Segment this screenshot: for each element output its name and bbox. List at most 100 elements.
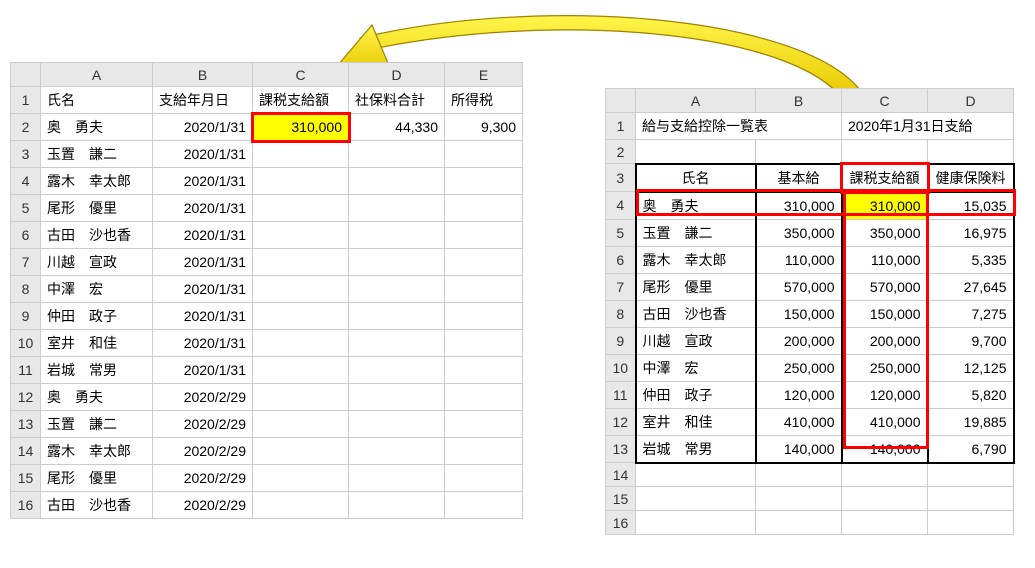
col-header-A[interactable]: A <box>41 63 153 87</box>
row-header[interactable]: 13 <box>11 411 41 438</box>
row-header[interactable]: 6 <box>606 246 636 273</box>
row-header[interactable]: 6 <box>11 222 41 249</box>
cell[interactable] <box>756 511 842 535</box>
cell[interactable] <box>253 492 349 519</box>
cell[interactable]: 2020/1/31 <box>153 249 253 276</box>
cell[interactable] <box>253 465 349 492</box>
cell[interactable]: 2020/1/31 <box>153 303 253 330</box>
row-header[interactable]: 16 <box>606 511 636 535</box>
cell[interactable]: 課税支給額 <box>842 164 928 192</box>
cell[interactable]: 氏名 <box>636 164 756 192</box>
cell[interactable]: 250,000 <box>756 354 842 381</box>
cell[interactable] <box>349 168 445 195</box>
cell[interactable]: 44,330 <box>349 114 445 141</box>
cell[interactable]: 奥 勇夫 <box>41 384 153 411</box>
cell[interactable] <box>349 222 445 249</box>
title-date-cell[interactable]: 2020年1月31日支給 <box>842 113 1014 140</box>
cell[interactable]: 社保料合計 <box>349 87 445 114</box>
cell[interactable]: 中澤 宏 <box>41 276 153 303</box>
row-header[interactable]: 3 <box>606 164 636 192</box>
cell[interactable]: 9,300 <box>445 114 523 141</box>
cell[interactable]: 7,275 <box>928 300 1014 327</box>
cell[interactable] <box>253 357 349 384</box>
cell[interactable]: 350,000 <box>842 219 928 246</box>
row-header[interactable]: 1 <box>11 87 41 114</box>
left-spreadsheet[interactable]: A B C D E 1 氏名 支給年月日 課税支給額 社保料合計 所得税 2奥 … <box>10 62 523 519</box>
row-header[interactable]: 15 <box>11 465 41 492</box>
col-header-B[interactable]: B <box>756 89 842 113</box>
col-header-B[interactable]: B <box>153 63 253 87</box>
cell[interactable]: 200,000 <box>842 327 928 354</box>
cell[interactable]: 12,125 <box>928 354 1014 381</box>
title-cell[interactable]: 給与支給控除一覧表 <box>636 113 842 140</box>
cell[interactable]: 15,035 <box>928 192 1014 220</box>
row-header[interactable]: 4 <box>606 192 636 220</box>
row-header[interactable]: 3 <box>11 141 41 168</box>
row-header[interactable]: 16 <box>11 492 41 519</box>
cell[interactable] <box>349 276 445 303</box>
cell[interactable]: 奥 勇夫 <box>41 114 153 141</box>
cell[interactable] <box>253 222 349 249</box>
cell[interactable]: 玉置 謙二 <box>636 219 756 246</box>
cell[interactable] <box>445 168 523 195</box>
cell[interactable]: 110,000 <box>842 246 928 273</box>
cell[interactable]: 120,000 <box>756 381 842 408</box>
select-all-corner[interactable] <box>606 89 636 113</box>
cell[interactable] <box>253 141 349 168</box>
cell[interactable] <box>928 463 1014 487</box>
cell[interactable] <box>842 463 928 487</box>
col-header-D[interactable]: D <box>928 89 1014 113</box>
cell[interactable]: 140,000 <box>842 435 928 463</box>
cell[interactable]: 200,000 <box>756 327 842 354</box>
cell[interactable]: 150,000 <box>842 300 928 327</box>
cell[interactable]: 2020/2/29 <box>153 465 253 492</box>
cell[interactable] <box>253 438 349 465</box>
cell[interactable]: 9,700 <box>928 327 1014 354</box>
cell[interactable] <box>349 330 445 357</box>
cell[interactable]: 2020/1/31 <box>153 141 253 168</box>
cell[interactable]: 岩城 常男 <box>636 435 756 463</box>
cell[interactable]: 2020/2/29 <box>153 411 253 438</box>
row-header[interactable]: 9 <box>11 303 41 330</box>
cell[interactable]: 露木 幸太郎 <box>41 438 153 465</box>
row-header[interactable]: 2 <box>11 114 41 141</box>
cell[interactable] <box>445 384 523 411</box>
cell[interactable]: 中澤 宏 <box>636 354 756 381</box>
cell[interactable] <box>445 141 523 168</box>
cell[interactable] <box>636 463 756 487</box>
cell[interactable] <box>445 330 523 357</box>
cell[interactable]: 350,000 <box>756 219 842 246</box>
row-header[interactable]: 12 <box>11 384 41 411</box>
row-header[interactable]: 1 <box>606 113 636 140</box>
cell[interactable]: 16,975 <box>928 219 1014 246</box>
cell[interactable]: 岩城 常男 <box>41 357 153 384</box>
cell[interactable] <box>445 438 523 465</box>
cell[interactable]: 川越 宣政 <box>636 327 756 354</box>
cell[interactable]: 5,820 <box>928 381 1014 408</box>
cell[interactable]: 古田 沙也香 <box>41 222 153 249</box>
cell[interactable] <box>253 330 349 357</box>
cell[interactable]: 310,000 <box>253 114 349 141</box>
cell[interactable] <box>349 384 445 411</box>
cell[interactable]: 2020/1/31 <box>153 330 253 357</box>
cell[interactable] <box>253 168 349 195</box>
cell[interactable]: 2020/1/31 <box>153 195 253 222</box>
row-header[interactable]: 14 <box>606 463 636 487</box>
cell[interactable]: 410,000 <box>842 408 928 435</box>
cell[interactable] <box>349 195 445 222</box>
col-header-E[interactable]: E <box>445 63 523 87</box>
cell[interactable] <box>445 249 523 276</box>
right-spreadsheet[interactable]: A B C D 1 給与支給控除一覧表 2020年1月31日支給 2 3 氏名 … <box>605 88 1015 535</box>
row-header[interactable]: 10 <box>606 354 636 381</box>
cell[interactable] <box>756 463 842 487</box>
row-header[interactable]: 9 <box>606 327 636 354</box>
cell[interactable]: 仲田 政子 <box>636 381 756 408</box>
cell[interactable]: 氏名 <box>41 87 153 114</box>
cell[interactable]: 410,000 <box>756 408 842 435</box>
cell[interactable]: 27,645 <box>928 273 1014 300</box>
cell[interactable] <box>636 511 756 535</box>
cell[interactable] <box>349 438 445 465</box>
cell[interactable]: 玉置 謙二 <box>41 411 153 438</box>
cell[interactable]: 110,000 <box>756 246 842 273</box>
cell[interactable] <box>253 249 349 276</box>
